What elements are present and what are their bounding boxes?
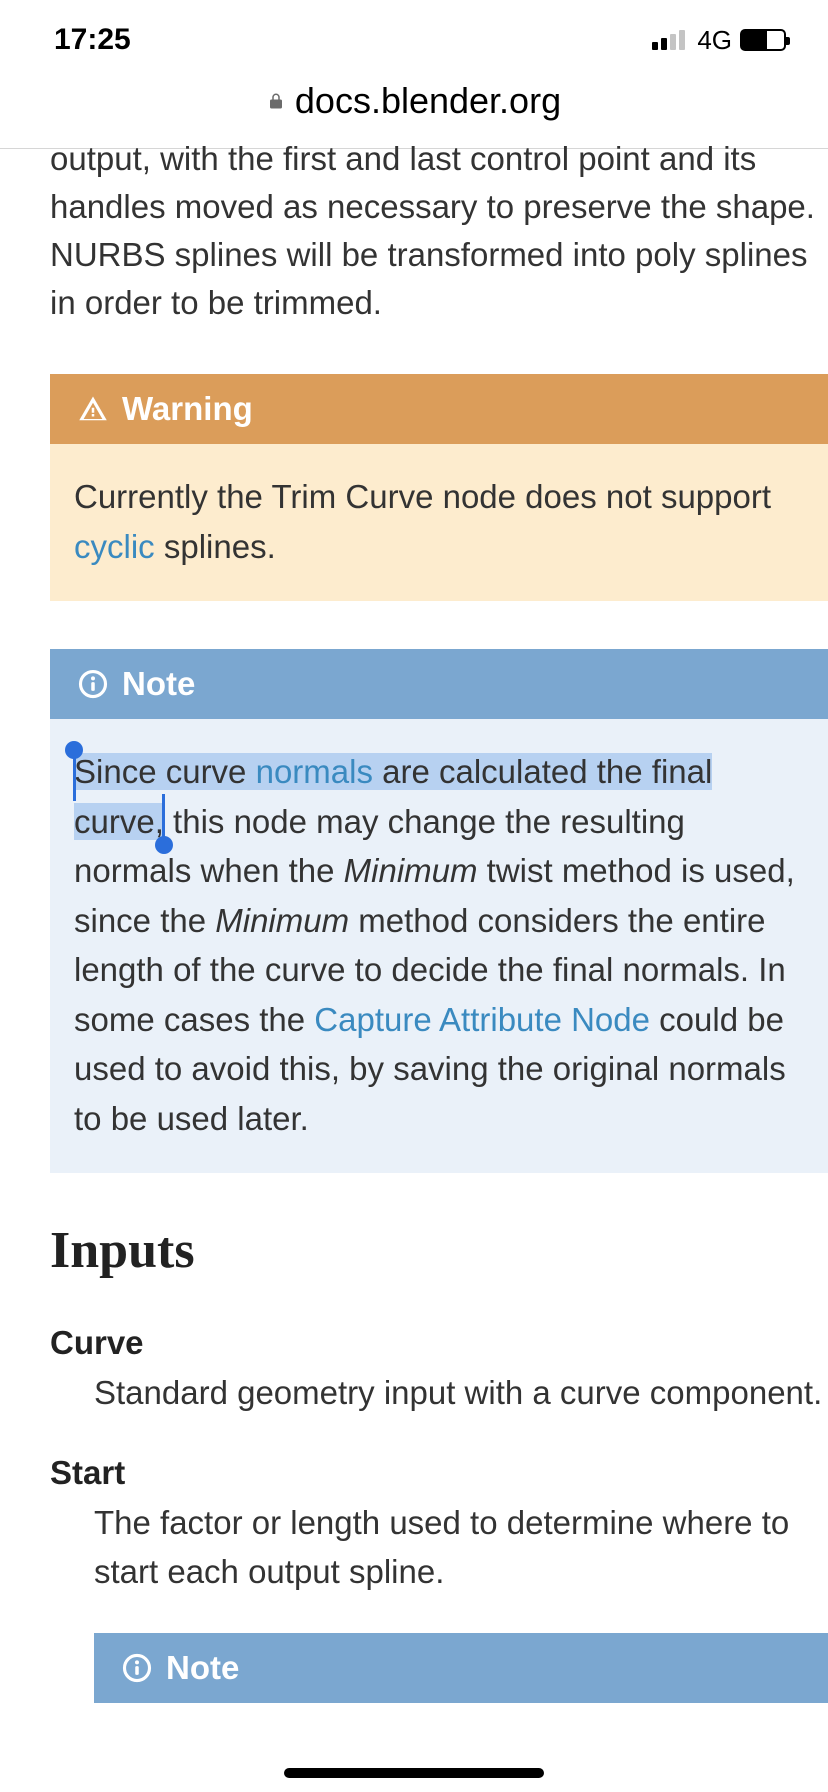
warning-text-pre: Currently the Trim Curve node does not s… (74, 478, 771, 515)
capture-attribute-link[interactable]: Capture Attribute Node (314, 1001, 650, 1038)
start-term: Start (50, 1454, 828, 1492)
info-icon (122, 1653, 152, 1683)
note-title-bar: Note (50, 649, 828, 719)
start-note-admonition: Note (94, 1633, 828, 1703)
start-note-title-text: Note (166, 1649, 239, 1687)
note-body: Since curve normals are calculated the f… (50, 719, 828, 1173)
normals-link[interactable]: normals (256, 753, 373, 790)
intro-paragraph: output, with the first and last control … (50, 135, 828, 326)
status-right: 4G (652, 25, 786, 56)
warning-title-bar: Warning (50, 374, 828, 444)
note-em2: Minimum (215, 902, 349, 939)
warning-admonition: Warning Currently the Trim Curve node do… (50, 374, 828, 601)
signal-icon (652, 30, 685, 50)
dl-curve: Curve Standard geometry input with a cur… (50, 1324, 828, 1418)
start-note-title-bar: Note (94, 1633, 828, 1703)
status-time: 17:25 (54, 23, 131, 57)
page-content: output, with the first and last control … (0, 135, 828, 1703)
battery-icon (740, 29, 786, 51)
curve-def: Standard geometry input with a curve com… (94, 1368, 828, 1418)
selected-text-1: Since curve (74, 753, 256, 790)
info-icon (78, 669, 108, 699)
curve-term: Curve (50, 1324, 828, 1362)
home-indicator[interactable] (284, 1768, 544, 1778)
note-em1: Minimum (344, 852, 478, 889)
dl-start: Start The factor or length used to deter… (50, 1454, 828, 1597)
warning-text-post: splines. (155, 528, 276, 565)
url-text: docs.blender.org (295, 80, 561, 122)
status-bar: 17:25 4G (0, 0, 828, 70)
note-admonition: Note Since curve normals are calculated … (50, 649, 828, 1173)
warning-title-text: Warning (122, 390, 253, 428)
network-type: 4G (697, 25, 732, 56)
warning-body: Currently the Trim Curve node does not s… (50, 444, 828, 601)
selection-end-handle[interactable] (155, 836, 173, 854)
start-def: The factor or length used to determine w… (94, 1498, 828, 1597)
note-title-text: Note (122, 665, 195, 703)
inputs-heading: Inputs (50, 1221, 828, 1280)
warning-icon (78, 394, 108, 424)
lock-icon (267, 90, 285, 112)
cyclic-link[interactable]: cyclic (74, 528, 155, 565)
